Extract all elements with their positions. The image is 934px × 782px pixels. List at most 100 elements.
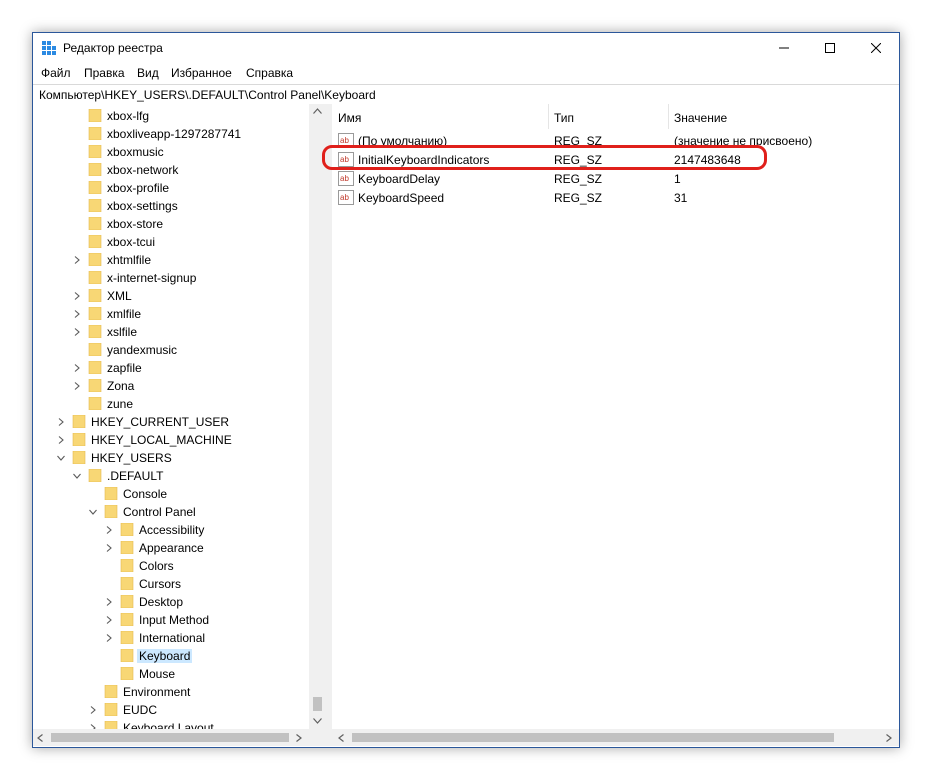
values-horizontal-scrollbar[interactable] — [332, 729, 899, 746]
close-button[interactable] — [853, 33, 899, 63]
tree-node-label[interactable]: Desktop — [139, 595, 183, 609]
tree-node[interactable]: xbox-tcui — [33, 233, 309, 251]
tree-node-label[interactable]: EUDC — [123, 703, 157, 717]
tree-node[interactable]: EUDC — [33, 701, 309, 719]
tree-node[interactable]: yandexmusic — [33, 341, 309, 359]
value-row[interactable]: ab KeyboardDelay REG_SZ 1 — [332, 170, 899, 188]
tree-node[interactable]: Desktop — [33, 593, 309, 611]
scroll-right-icon[interactable] — [296, 734, 302, 742]
tree-node[interactable]: xboxliveapp-1297287741 — [33, 125, 309, 143]
chevron-right-icon[interactable] — [73, 292, 81, 300]
scroll-down-icon[interactable] — [313, 718, 322, 724]
tree-node[interactable]: Cursors — [33, 575, 309, 593]
tree-node-label[interactable]: Cursors — [139, 577, 181, 591]
chevron-down-icon[interactable] — [57, 454, 65, 462]
values-list-pane[interactable]: Имя Тип Значение ab (По умолчанию) REG_SZ (… — [332, 104, 899, 729]
title-bar[interactable]: Редактор реестра — [33, 33, 899, 63]
chevron-right-icon[interactable] — [105, 526, 113, 534]
tree-node[interactable]: .DEFAULT — [33, 467, 309, 485]
tree-node[interactable]: Environment — [33, 683, 309, 701]
tree-node-label[interactable]: xhtmlfile — [107, 253, 151, 267]
chevron-right-icon[interactable] — [105, 634, 113, 642]
chevron-down-icon[interactable] — [73, 472, 81, 480]
tree-node-label[interactable]: Keyboard Layout — [123, 721, 214, 729]
tree-node-label[interactable]: Mouse — [139, 667, 175, 681]
tree-hscroll-thumb[interactable] — [51, 733, 289, 742]
chevron-right-icon[interactable] — [73, 382, 81, 390]
tree-node-label[interactable]: International — [139, 631, 205, 645]
scroll-left-icon[interactable] — [338, 734, 344, 742]
tree-node-label[interactable]: HKEY_CURRENT_USER — [91, 415, 229, 429]
tree-node[interactable]: Input Method — [33, 611, 309, 629]
chevron-down-icon[interactable] — [89, 508, 97, 516]
tree-node[interactable]: xhtmlfile — [33, 251, 309, 269]
maximize-button[interactable] — [807, 33, 853, 63]
tree-node[interactable]: Control Panel — [33, 503, 309, 521]
column-header-value[interactable]: Значение — [668, 104, 899, 129]
tree-node[interactable]: Accessibility — [33, 521, 309, 539]
tree-node-label[interactable]: HKEY_USERS — [91, 451, 172, 465]
tree-node-label[interactable]: zune — [107, 397, 133, 411]
tree-node-label[interactable]: Input Method — [139, 613, 209, 627]
tree-node[interactable]: zune — [33, 395, 309, 413]
tree-node[interactable]: HKEY_LOCAL_MACHINE — [33, 431, 309, 449]
value-row[interactable]: ab (По умолчанию) REG_SZ (значение не присв… — [332, 132, 899, 150]
menu-edit[interactable]: Правка — [84, 66, 125, 80]
menu-file[interactable]: Файл — [41, 66, 71, 80]
column-header-type[interactable]: Тип — [548, 104, 668, 129]
tree-node[interactable]: xslfile — [33, 323, 309, 341]
address-path[interactable]: Компьютер\HKEY_USERS\.DEFAULT\Control Pa… — [39, 88, 376, 102]
tree-node-label[interactable]: XML — [107, 289, 132, 303]
chevron-right-icon[interactable] — [73, 256, 81, 264]
scroll-left-icon[interactable] — [37, 734, 43, 742]
tree-node-label[interactable]: Console — [123, 487, 167, 501]
chevron-right-icon[interactable] — [105, 544, 113, 552]
tree-node[interactable]: xbox-lfg — [33, 107, 309, 125]
scroll-up-icon[interactable] — [313, 108, 322, 114]
tree-node-label[interactable]: xmlfile — [107, 307, 141, 321]
tree-node[interactable]: xmlfile — [33, 305, 309, 323]
tree-node[interactable]: xbox-profile — [33, 179, 309, 197]
tree-node-label[interactable]: Accessibility — [139, 523, 204, 537]
tree-node-label[interactable]: xbox-store — [107, 217, 163, 231]
tree-node-label[interactable]: zapfile — [107, 361, 142, 375]
menu-help[interactable]: Справка — [246, 66, 293, 80]
chevron-right-icon[interactable] — [73, 310, 81, 318]
address-bar[interactable]: Компьютер\HKEY_USERS\.DEFAULT\Control Pa… — [33, 84, 899, 105]
tree-vscroll-thumb[interactable] — [313, 697, 322, 711]
tree-node-label[interactable]: HKEY_LOCAL_MACHINE — [91, 433, 232, 447]
tree-node[interactable]: Console — [33, 485, 309, 503]
tree-node[interactable]: Mouse — [33, 665, 309, 683]
chevron-right-icon[interactable] — [105, 598, 113, 606]
tree-node-label[interactable]: xboxmusic — [107, 145, 164, 159]
tree-horizontal-scrollbar[interactable] — [33, 729, 326, 746]
tree-vertical-scrollbar[interactable] — [309, 104, 326, 729]
key-tree-pane[interactable]: xbox-lfg xboxliveapp-1297287741 xboxmusic x… — [33, 104, 327, 729]
tree-node-label[interactable]: Control Panel — [123, 505, 196, 519]
tree-node[interactable]: Keyboard Layout — [33, 719, 309, 729]
tree-node[interactable]: Colors — [33, 557, 309, 575]
tree-node-label[interactable]: xbox-settings — [107, 199, 178, 213]
tree-node[interactable]: x-internet-signup — [33, 269, 309, 287]
tree-node-label[interactable]: xbox-lfg — [107, 109, 149, 123]
tree-node-label[interactable]: .DEFAULT — [107, 469, 163, 483]
tree-node[interactable]: xbox-settings — [33, 197, 309, 215]
tree-node-label[interactable]: xboxliveapp-1297287741 — [107, 127, 241, 141]
tree-node-label[interactable]: x-internet-signup — [107, 271, 196, 285]
tree-node[interactable]: Zona — [33, 377, 309, 395]
tree-node[interactable]: Appearance — [33, 539, 309, 557]
tree-node-label[interactable]: yandexmusic — [107, 343, 177, 357]
value-row[interactable]: ab InitialKeyboardIndicators REG_SZ 2147483… — [332, 151, 899, 169]
chevron-right-icon[interactable] — [105, 616, 113, 624]
chevron-right-icon[interactable] — [57, 436, 65, 444]
menu-view[interactable]: Вид — [137, 66, 159, 80]
tree-node[interactable]: International — [33, 629, 309, 647]
chevron-right-icon[interactable] — [73, 364, 81, 372]
minimize-button[interactable] — [761, 33, 807, 63]
tree-node-label[interactable]: xbox-tcui — [107, 235, 155, 249]
tree-node-label[interactable]: Zona — [107, 379, 134, 393]
value-row[interactable]: ab KeyboardSpeed REG_SZ 31 — [332, 189, 899, 207]
chevron-right-icon[interactable] — [73, 328, 81, 336]
tree-node-label[interactable]: xbox-network — [107, 163, 178, 177]
tree-node[interactable]: Keyboard — [33, 647, 309, 665]
